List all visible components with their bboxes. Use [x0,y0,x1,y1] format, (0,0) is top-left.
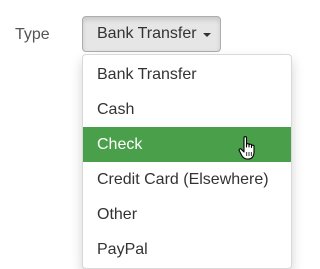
type-dropdown-button[interactable]: Bank Transfer [82,16,221,52]
menu-item-paypal[interactable]: PayPal [83,232,291,267]
type-label: Type [15,26,50,43]
hand-pointer-icon [238,136,255,160]
menu-item-cash[interactable]: Cash [83,92,291,127]
caret-down-icon [202,33,211,37]
menu-item-credit-card-elsewhere[interactable]: Credit Card (Elsewhere) [83,162,291,197]
menu-item-other[interactable]: Other [83,197,291,232]
type-dropdown-menu: Bank Transfer Cash Check Credit Card (El… [82,54,292,269]
type-dropdown-value: Bank Transfer [97,25,197,42]
menu-item-bank-transfer[interactable]: Bank Transfer [83,57,291,92]
menu-item-check[interactable]: Check [83,127,291,162]
